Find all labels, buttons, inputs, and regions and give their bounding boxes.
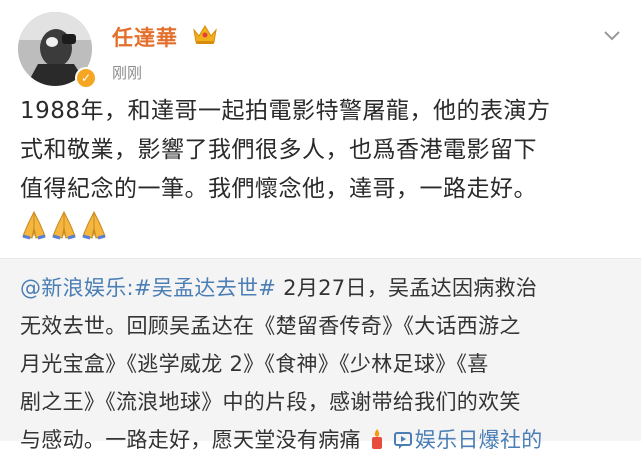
mention-colon: :: [126, 276, 134, 300]
hashtag-link[interactable]: #吴孟达去世#: [134, 276, 276, 300]
post-text-line: 值得紀念的一筆。我們懷念他，達哥，一路走好。: [20, 176, 537, 202]
mention-link[interactable]: @新浪娱乐: [20, 276, 127, 300]
author-name[interactable]: 任達華: [112, 22, 178, 52]
video-link-icon[interactable]: [393, 430, 415, 450]
repost-text-line: 月光宝盒》《逃学威龙 2》《食神》《少林足球》《喜: [20, 352, 489, 376]
crown-icon: [193, 25, 217, 44]
repost-text-line: 无效去世。回顾吴孟达在《楚留香传奇》《大话西游之: [20, 314, 521, 338]
post-text: 1988年，和達哥一起拍電影特警屠龍，他的表演方 式和敬業，影響了我們很多人，也…: [20, 92, 630, 209]
video-link[interactable]: 娱乐日爆社的: [415, 428, 543, 452]
pray-icon: [50, 210, 78, 240]
pray-icon: [80, 210, 108, 240]
repost-text-line: 2月27日，吴孟达因病救治: [276, 276, 538, 300]
repost-text-line: 剧之王》《流浪地球》中的片段，感谢带给我们的欢笑: [20, 390, 521, 414]
post-text-line: 1988年，和達哥一起拍電影特警屠龍，他的表演方: [20, 98, 551, 124]
post-timestamp: 刚刚: [112, 64, 143, 82]
repost-text-line: 与感动。一路走好，愿天堂没有病痛: [20, 428, 361, 452]
repost-text: @新浪娱乐:#吴孟达去世# 2月27日，吴孟达因病救治 无效去世。回顾吴孟达在《…: [20, 269, 632, 459]
post-text-line: 式和敬業，影響了我們很多人，也爲香港電影留下: [20, 137, 537, 163]
candle-icon: [371, 429, 382, 449]
emoji-row: [20, 210, 110, 246]
pray-icon: [20, 210, 48, 240]
chevron-down-icon[interactable]: [603, 30, 621, 42]
repost-card[interactable]: @新浪娱乐:#吴孟达去世# 2月27日，吴孟达因病救治 无效去世。回顾吴孟达在《…: [0, 258, 641, 452]
verified-badge-icon: ✓: [75, 67, 97, 89]
post-header: ✓ 任達華 刚刚: [0, 0, 641, 92]
